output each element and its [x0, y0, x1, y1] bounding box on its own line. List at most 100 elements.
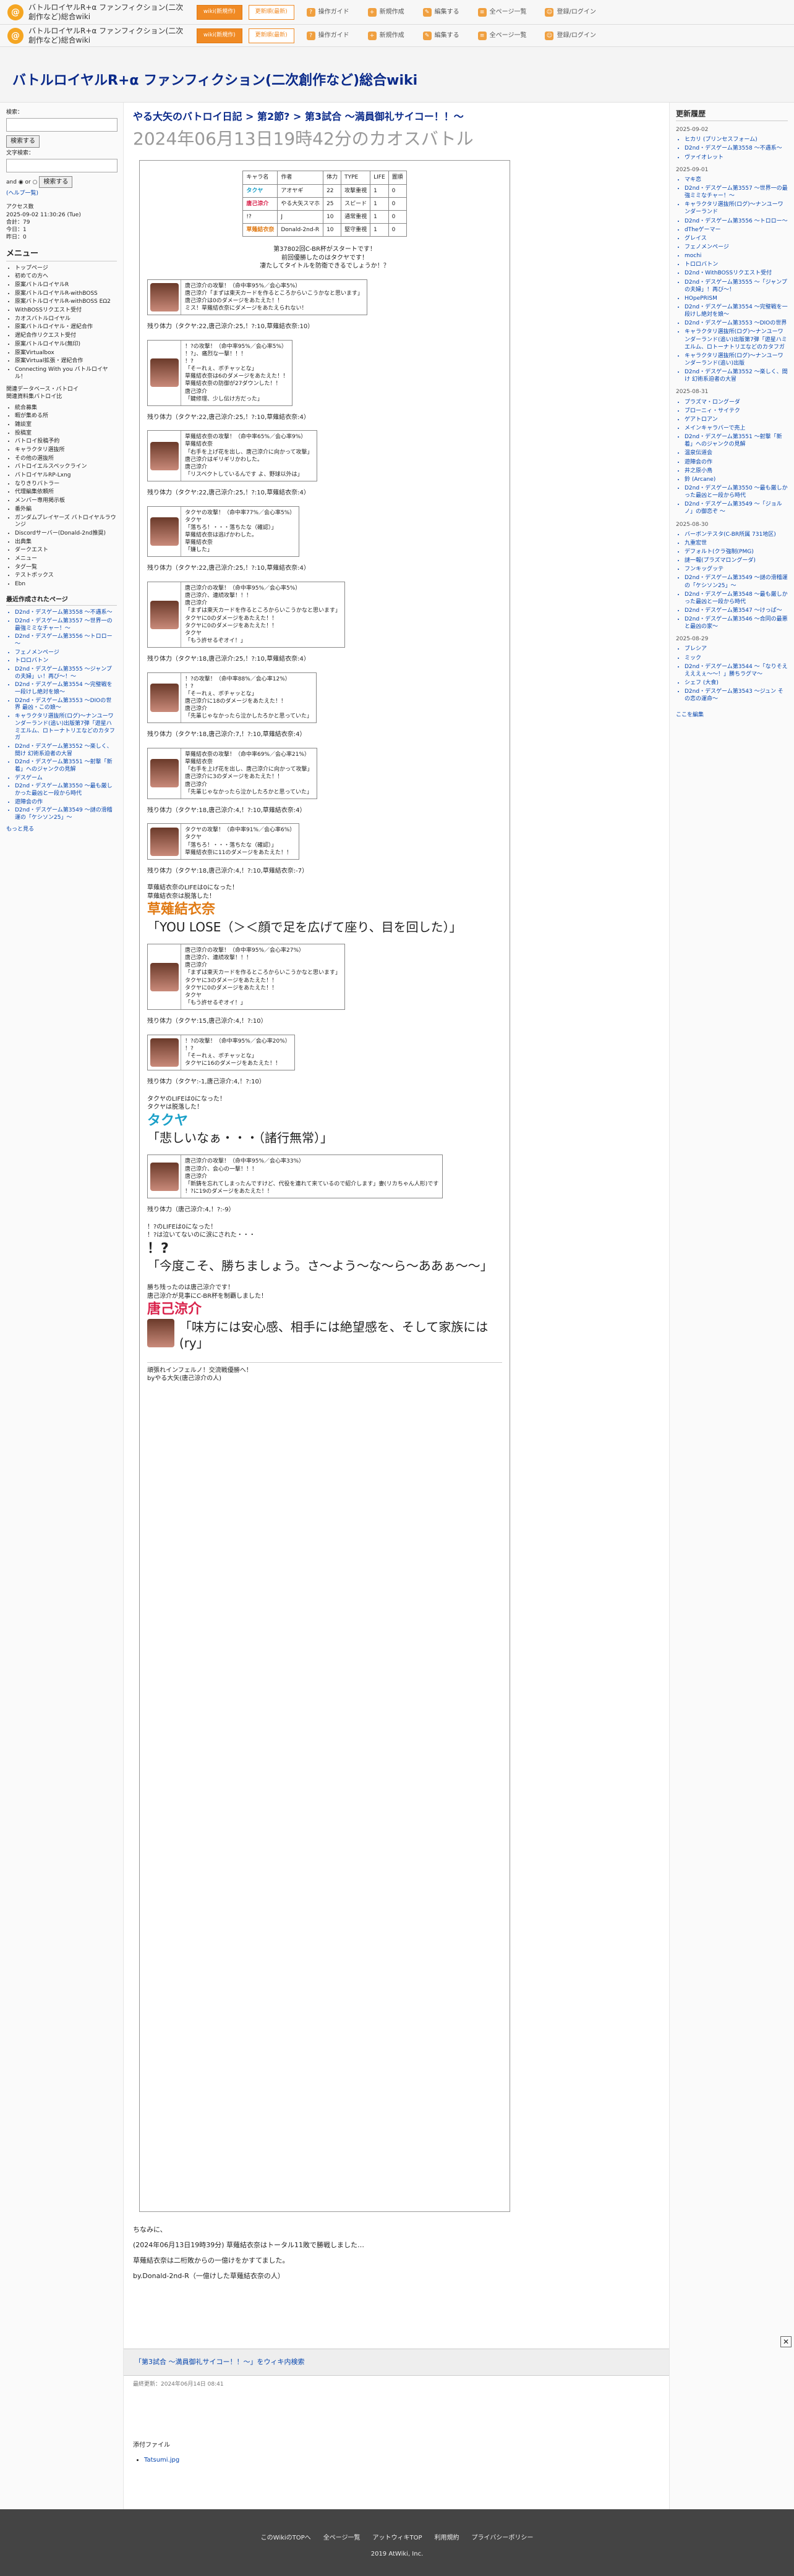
history-item[interactable]: キャラクタリ選抜所(ログ)～ナンユーワンダーランド(追い)出版第7弾「遊星ハミエ…	[685, 328, 788, 350]
footer-link[interactable]: プライバシーポリシー	[472, 2535, 534, 2541]
history-item[interactable]: マキ恋	[685, 176, 788, 184]
and-radio[interactable]: ◉	[19, 179, 23, 185]
history-item[interactable]: デフォルト(クラ強制(PMG)	[685, 548, 788, 556]
tool-item[interactable]: 雑談室	[15, 422, 117, 429]
history-item[interactable]: 温泉伝道会	[685, 449, 788, 457]
history-item[interactable]: D2nd・デスゲーム第3552 ～楽しく、間け 幻術系迫者の大冒	[685, 368, 788, 383]
history-item[interactable]: バーボンテスタ(C-BR所属 731地区)	[685, 531, 788, 538]
menu-item[interactable]: 原案Virtual拡張・遅紀合作	[15, 358, 117, 365]
recent-item[interactable]: 遊陣会の作	[15, 799, 117, 807]
menu-item[interactable]: WithBOSSリクエスト受付	[15, 307, 117, 315]
new-page-link-2[interactable]: + 新規作成	[362, 28, 411, 43]
footer-link[interactable]: 利用規約	[435, 2535, 459, 2541]
menu-item[interactable]: 原案バトルロイヤル(無印)	[15, 341, 117, 349]
footer-link[interactable]: 全ページ一覧	[323, 2535, 361, 2541]
history-item[interactable]: トロロバトン	[685, 261, 788, 268]
menu-item[interactable]: 原案バトルロイヤル・遅紀合作	[15, 324, 117, 331]
text-search-button[interactable]: 検索する	[39, 176, 73, 189]
site-title-2[interactable]: バトルロイヤルR+α ファンフィクション(二次創作など)総合wiki	[28, 27, 189, 44]
recent-item[interactable]: D2nd・デスゲーム第3554 ～完璧戦を一段けし絶対を娘～	[15, 682, 117, 696]
history-item[interactable]: D2nd・デスゲーム第3544 ～「なりそええええぇ～～！」勝ちラグマ～	[685, 663, 788, 678]
wiki-search-link[interactable]: 「第3試合 ～満員御礼サイコー！！～」をウィキ内検索	[135, 2358, 305, 2367]
history-item[interactable]: 九重宏世	[685, 540, 788, 547]
history-item[interactable]: D2nd・デスゲーム第3546 ～合同の最悪と最凶の家～	[685, 616, 788, 630]
guide-link-2[interactable]: ? 操作ガイド	[301, 28, 356, 43]
history-item[interactable]: グレイス	[685, 235, 788, 242]
recent-item[interactable]: D2nd・デスゲーム第3551 ～射撃「新着」へのジャンクの見解	[15, 759, 117, 773]
recent-item[interactable]: D2nd・デスゲーム第3552 ～楽しく、間け 幻術系迫者の大冒	[15, 744, 117, 758]
site-logo-icon-2[interactable]: @	[7, 27, 23, 44]
footer-link[interactable]: アットウィキTOP	[373, 2535, 422, 2541]
tool-item[interactable]: なりきりバトラー	[15, 481, 117, 488]
tool-item[interactable]: メンバー専用掲示板	[15, 498, 117, 505]
tool-item[interactable]: キャラクタリ選抜所	[15, 447, 117, 454]
menu-item[interactable]: 初めての方へ	[15, 273, 117, 281]
rel-data[interactable]: 関連資料集バトロイ比	[6, 393, 117, 400]
recent-item[interactable]: D2nd・デスゲーム第3555 ～ジャンプの夫婦」ぃ！再び～！～	[15, 666, 117, 680]
recent-item[interactable]: キャラクタリ選抜所(ログ)～ナンユーワンダーランド(追い)出版第7弾「遊星ハミエ…	[15, 713, 117, 742]
tool-item[interactable]: メニュー	[15, 556, 117, 563]
table-cell[interactable]: 草薙結衣奈	[242, 222, 278, 237]
history-item[interactable]: ヒカリ (プリンセスフォーム)	[685, 136, 788, 143]
more-link[interactable]: もっと見る	[6, 826, 34, 833]
history-item[interactable]: 井之原小鳥	[685, 467, 788, 475]
edit-link-2[interactable]: ✎ 編集する	[417, 28, 466, 43]
history-item[interactable]: dTheゲーマー	[685, 226, 788, 234]
tool-item[interactable]: テストボックス	[15, 572, 117, 580]
wiki-title[interactable]: バトルロイヤルR+α ファンフィクション(二次創作など)総合wiki	[12, 72, 417, 90]
table-cell[interactable]: タクヤ	[242, 184, 278, 198]
site-logo-icon[interactable]: @	[7, 4, 23, 20]
history-item[interactable]: ブローニィ・サイテク	[685, 407, 788, 415]
history-item[interactable]: ヴァイオレット	[685, 154, 788, 161]
menu-item[interactable]: 原案バトルロイヤルR-withBOSS	[15, 290, 117, 298]
all-pages-link-2[interactable]: ≡ 全ページ一覧	[472, 28, 533, 43]
tool-item[interactable]: 代理編集依頼所	[15, 489, 117, 496]
menu-item[interactable]: Connecting With you バトルロイヤル！	[15, 366, 117, 381]
update-order-button[interactable]: 更新順(最新)	[248, 4, 294, 20]
history-item[interactable]: ブレシア	[685, 645, 788, 653]
menu-item[interactable]: 原案バトルロイヤルR	[15, 282, 117, 289]
history-item[interactable]: 謎一報(プラズマロングーダ)	[685, 557, 788, 564]
history-item[interactable]: フェノメンページ	[685, 244, 788, 251]
edit-link[interactable]: ✎ 編集する	[417, 5, 466, 20]
recent-item[interactable]: デスゲーム	[15, 775, 117, 782]
menu-item[interactable]: トップページ	[15, 265, 117, 273]
guide-link[interactable]: ? 操作ガイド	[301, 5, 356, 20]
history-item[interactable]: D2nd・デスゲーム第3548 ～最も厳しかった最凶と一段から時代	[685, 591, 788, 606]
history-item[interactable]: メインキャラバーで売上	[685, 425, 788, 432]
edit-sidebar-link[interactable]: ここを編集	[676, 712, 704, 718]
recent-item[interactable]: フェノメンページ	[15, 650, 117, 657]
tool-item[interactable]: バトロイ投稿予約	[15, 438, 117, 446]
all-pages-link[interactable]: ≡ 全ページ一覧	[472, 5, 533, 20]
close-icon[interactable]: ✕	[780, 2336, 792, 2347]
history-item[interactable]: プラズマ・ロングーダ	[685, 399, 788, 406]
text-search-input[interactable]	[6, 158, 117, 172]
history-item[interactable]: D2nd・デスゲーム第3551 ～射撃「新着」へのジャンクの見解	[685, 433, 788, 448]
recent-item[interactable]: D2nd・デスゲーム第3557 ～世界一の最強ミミなチャー！～	[15, 618, 117, 632]
site-title[interactable]: バトルロイヤルR+α ファンフィクション(二次創作など)総合wiki	[28, 3, 189, 21]
tool-item[interactable]: Ebn	[15, 581, 117, 588]
tool-item[interactable]: バトロイヤルRP-Lxng	[15, 472, 117, 480]
history-item[interactable]: D2nd・デスゲーム第3553 ～DIOの世界	[685, 320, 788, 327]
tool-item[interactable]: ダークエスト	[15, 547, 117, 554]
history-item[interactable]: D2nd・デスゲーム第3550 ～最も厳しかった最凶と一段から時代	[685, 485, 788, 499]
recent-item[interactable]: D2nd・デスゲーム第3558 ～不遇系～	[15, 609, 117, 617]
recent-item[interactable]: D2nd・デスゲーム第3556 ～トロロー～	[15, 633, 117, 648]
history-item[interactable]: キャラクタリ選抜所(ログ)～ナンユーワンダーランド	[685, 201, 788, 216]
footer-link[interactable]: このWikiのTOPへ	[261, 2535, 311, 2541]
history-item[interactable]: 鈴 (Arcane)	[685, 476, 788, 483]
search-button[interactable]: 検索する	[6, 135, 40, 148]
recent-item[interactable]: D2nd・デスゲーム第3550 ～最も厳しかった最凶と一段から時代	[15, 783, 117, 797]
menu-item[interactable]: 原案バトルロイヤルR-withBOSS EΩ2	[15, 299, 117, 306]
menu-item[interactable]: 遅紀合作リクエスト受付	[15, 333, 117, 340]
login-link[interactable]: ☺ 登録/ログイン	[539, 5, 602, 20]
history-item[interactable]: D2nd・デスゲーム第3547 ～けっぱ～	[685, 607, 788, 614]
menu-item[interactable]: カオスバトルロイヤル	[15, 316, 117, 323]
rel-db[interactable]: 関連データベース・バトロイ	[6, 386, 117, 393]
history-item[interactable]: シェフ (大食)	[685, 679, 788, 687]
recent-item[interactable]: トロロバトン	[15, 658, 117, 665]
history-item[interactable]: D2nd・デスゲーム第3549 ～「ジョルノ」の御恋ぞ ～	[685, 501, 788, 515]
tool-item[interactable]: 暇が集める所	[15, 413, 117, 420]
history-item[interactable]: D2nd・デスゲーム第3558 ～不遇系～	[685, 145, 788, 152]
login-link-2[interactable]: ☺ 登録/ログイン	[539, 28, 602, 43]
